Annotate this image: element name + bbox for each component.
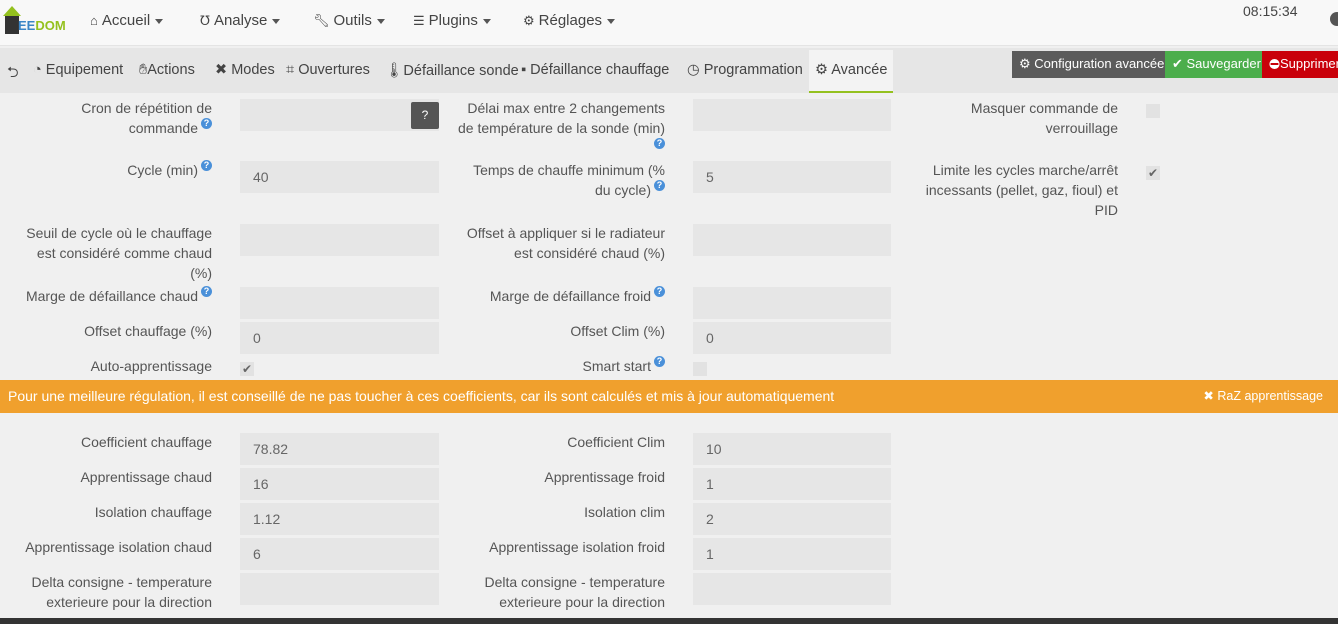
footer-bar: [0, 618, 1338, 624]
cycle-input[interactable]: 40: [240, 161, 439, 193]
cycle-label: Cycle (min)?: [20, 160, 212, 180]
tab-equipement[interactable]: ◔ Equipement: [33, 62, 123, 78]
coef-label: Isolation chauffage: [94, 504, 212, 520]
temps-label: Temps de chauffe minimum (% du cycle)?: [473, 162, 665, 198]
help-icon: ?: [201, 118, 212, 129]
coef-input[interactable]: 2: [693, 503, 891, 535]
marge-chaud-label: Marge de défaillance chaud?: [0, 286, 212, 306]
coef-label: Coefficient chauffage: [80, 434, 212, 450]
tab-defaillance-sonde[interactable]: 🌡︎Défaillance sonde: [385, 62, 519, 79]
masquer-checkbox[interactable]: [1146, 104, 1160, 118]
limite-label: Limite les cycles marche/arrêt incessant…: [925, 162, 1118, 218]
config-avancee-button[interactable]: ⚙ Configuration avancée: [1012, 51, 1172, 78]
auto-label: Auto-apprentissage: [90, 358, 212, 374]
menu-outils[interactable]: 🔧︎ Outils: [313, 12, 385, 29]
coef-input[interactable]: 6: [240, 538, 439, 570]
coef-input[interactable]: 78.82: [240, 433, 439, 465]
menu-analyse[interactable]: ℧ Analyse: [200, 12, 281, 29]
masquer-label: Masquer commande de verrouillage: [970, 100, 1118, 136]
gear-icon: ⚙: [523, 13, 535, 28]
marge-froid-label: Marge de défaillance froid?: [455, 286, 665, 306]
back-icon[interactable]: ⮌: [7, 62, 19, 87]
marge-chaud-input[interactable]: [240, 287, 439, 319]
coef-label: Delta consigne - temperature exterieure …: [484, 574, 665, 610]
offset-clim-label: Offset Clim (%): [570, 323, 665, 339]
offset-chauffage-label: Offset chauffage (%): [84, 323, 212, 339]
tab-actions[interactable]: ✋︎Actions: [139, 62, 195, 78]
raz-apprentissage-button[interactable]: ✖ RaZ apprentissage: [1203, 388, 1323, 403]
home-icon: ⌂: [90, 13, 98, 28]
clock: 08:15:34: [1243, 3, 1298, 19]
coef-input[interactable]: 1: [693, 538, 891, 570]
marge-froid-input[interactable]: [693, 287, 891, 319]
coef-label: Apprentissage chaud: [80, 469, 212, 485]
smart-checkbox[interactable]: [693, 362, 707, 376]
delai-input[interactable]: [693, 99, 891, 131]
coef-label: Coefficient Clim: [567, 434, 665, 450]
coef-label: Apprentissage isolation chaud: [25, 539, 212, 555]
coef-input[interactable]: [240, 573, 439, 605]
delai-label: Délai max entre 2 changements de tempéra…: [458, 100, 665, 149]
offsetrad-label: Offset à appliquer si le radiateur est c…: [466, 225, 665, 261]
temps-input[interactable]: 5: [693, 161, 891, 193]
tab-ouvertures[interactable]: ⌗ Ouvertures: [286, 62, 370, 78]
tab-avancee[interactable]: ⚙ Avancée: [809, 50, 894, 93]
coef-label: Delta consigne - temperature exterieure …: [31, 574, 212, 610]
coef-label: Apprentissage isolation froid: [489, 539, 665, 555]
offset-chauffage-input[interactable]: 0: [240, 322, 439, 354]
offsetrad-input[interactable]: [693, 224, 891, 256]
cron-assistant-button[interactable]: ?: [411, 102, 439, 129]
coef-input[interactable]: 10: [693, 433, 891, 465]
top-navbar: EEDOM ⌂ Accueil ℧ Analyse 🔧︎ Outils ☰ Plugin…: [0, 0, 1338, 46]
smart-label: Smart start?: [455, 356, 665, 376]
tab-modes[interactable]: ✖ Modes: [215, 62, 275, 78]
seuil-label: Seuil de cycle où le chauffage est consi…: [26, 225, 212, 281]
wrench-icon: 🔧︎: [313, 13, 330, 28]
coef-label: Apprentissage froid: [544, 469, 665, 485]
help-icon[interactable]: [1330, 12, 1338, 26]
menu-plugins[interactable]: ☰ Plugins: [413, 12, 491, 29]
delete-button[interactable]: ⛔︎Supprimer: [1262, 51, 1338, 78]
menu-accueil[interactable]: ⌂ Accueil: [90, 12, 164, 29]
warning-banner: Pour une meilleure régulation, il est co…: [0, 380, 1338, 413]
coef-input[interactable]: [693, 573, 891, 605]
coef-label: Isolation clim: [584, 504, 665, 520]
menu-reglages[interactable]: ⚙ Réglages: [523, 12, 616, 29]
auto-checkbox[interactable]: ✔: [240, 362, 254, 376]
tab-defaillance-chauffage[interactable]: ▪ Défaillance chauffage: [521, 62, 669, 78]
save-button[interactable]: ✔ Sauvegarder: [1165, 51, 1268, 78]
coef-input[interactable]: 1.12: [240, 503, 439, 535]
coef-input[interactable]: 16: [240, 468, 439, 500]
cron-label: Cron de répétition de commande?: [81, 100, 212, 136]
limite-checkbox[interactable]: ✔: [1146, 166, 1160, 180]
tab-programmation[interactable]: ◷ Programmation: [687, 62, 803, 78]
cron-input[interactable]: [240, 99, 439, 131]
seuil-input[interactable]: [240, 224, 439, 256]
list-icon: ☰: [413, 13, 425, 28]
offset-clim-input[interactable]: 0: [693, 322, 891, 354]
stethoscope-icon: ℧: [200, 13, 210, 28]
jeedom-logo[interactable]: EEDOM: [2, 4, 72, 36]
tab-bar: ⮌ ◔ Equipement ✋︎Actions ✖ Modes ⌗ Ouver…: [0, 48, 1338, 93]
coef-input[interactable]: 1: [693, 468, 891, 500]
